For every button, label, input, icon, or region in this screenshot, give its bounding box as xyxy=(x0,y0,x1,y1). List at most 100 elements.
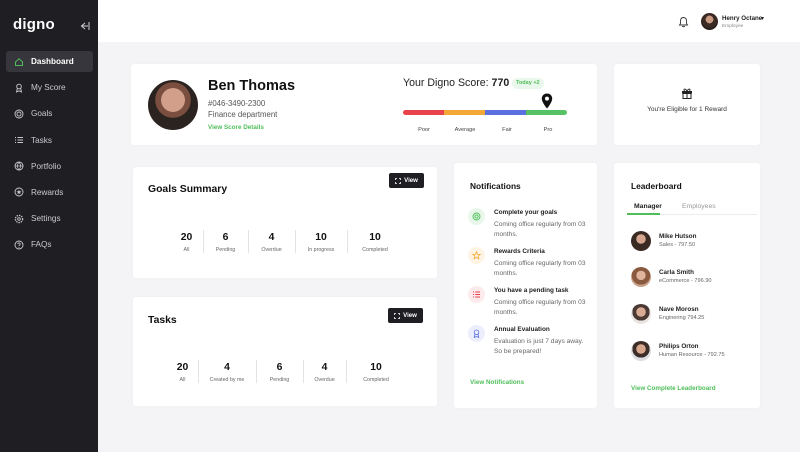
sidebar-item-settings[interactable]: Settings xyxy=(6,208,93,229)
sidebar-item-label: Tasks xyxy=(31,135,52,145)
score-bar xyxy=(403,110,567,115)
gear-icon xyxy=(14,214,24,224)
score-value: 770 xyxy=(491,77,510,89)
score-segment-fair xyxy=(485,110,526,115)
sidebar-item-label: Rewards xyxy=(31,187,64,197)
notification-description: Coming office regularly from 03 months. xyxy=(494,260,586,277)
leaderboard-name: Mike Hutson xyxy=(659,233,697,240)
star-icon xyxy=(468,247,485,264)
target-icon xyxy=(14,109,24,119)
profile-card: Ben Thomas #046-3490-2300 Finance depart… xyxy=(131,64,597,145)
goals-stat-in-progress[interactable]: 10 In progress xyxy=(295,230,347,253)
leaderboard-score: Sales - 797.50 xyxy=(659,242,696,248)
notifications-title: Notifications xyxy=(470,181,521,191)
sidebar-nav: Dashboard My Score Goals Tasks Portfolio… xyxy=(6,51,93,261)
profile-phone: #046-3490-2300 xyxy=(208,99,266,108)
active-tab-indicator xyxy=(627,213,660,215)
score-icon xyxy=(14,83,24,93)
goals-summary-card: Goals Summary View 20 All 6 Pending 4 Overd… xyxy=(133,167,437,278)
leaderboard-tabs: Manager Employees xyxy=(627,200,757,215)
score-segment-pro xyxy=(526,110,567,115)
sidebar-item-my-score[interactable]: My Score xyxy=(6,77,93,98)
home-icon xyxy=(14,57,24,67)
tasks-view-label: View xyxy=(403,312,417,319)
sidebar-item-label: Portfolio xyxy=(31,161,62,171)
profile-name: Ben Thomas xyxy=(208,78,296,94)
leaderboard-score: Enginering 794.25 xyxy=(659,315,705,321)
tasks-stat-overdue[interactable]: 4 Overdue xyxy=(303,360,346,383)
sidebar-item-portfolio[interactable]: Portfolio xyxy=(6,156,93,177)
question-icon xyxy=(14,240,24,250)
medal-icon xyxy=(468,325,485,342)
tab-manager[interactable]: Manager xyxy=(634,203,662,210)
tasks-stat-created-by-me[interactable]: 4 Created by me xyxy=(198,360,256,383)
globe-icon xyxy=(14,161,24,171)
sidebar-item-tasks[interactable]: Tasks xyxy=(6,130,93,151)
goals-stat-all[interactable]: 20 All xyxy=(170,232,203,253)
reward-eligibility-text: You're Eligible for 1 Reward xyxy=(647,106,727,113)
bell-icon[interactable] xyxy=(678,15,689,28)
tab-employees[interactable]: Employees xyxy=(682,203,716,210)
gift-icon xyxy=(681,86,693,99)
user-role: Employee xyxy=(722,24,744,29)
sidebar-item-label: Dashboard xyxy=(31,57,74,66)
collapse-sidebar-icon[interactable] xyxy=(78,20,90,32)
tasks-stat-all[interactable]: 20 All xyxy=(167,362,198,383)
leaderboard-score: Human Resource - 792.75 xyxy=(659,352,725,358)
sidebar-item-goals[interactable]: Goals xyxy=(6,103,93,124)
score-segment-poor xyxy=(403,110,444,115)
list-icon xyxy=(468,286,485,303)
tasks-title: Tasks xyxy=(148,315,177,326)
goals-stat-pending[interactable]: 6 Pending xyxy=(203,230,248,253)
tasks-view-button[interactable]: View xyxy=(388,308,423,323)
avatar xyxy=(631,267,651,287)
notification-title: Complete your goals xyxy=(494,209,558,216)
score-tick-fair: Fair xyxy=(502,127,512,133)
target-icon xyxy=(468,208,485,225)
sidebar-item-rewards[interactable]: Rewards xyxy=(6,182,93,203)
tasks-stats: 20 All 4 Created by me 6 Pending 4 Overdue 1… xyxy=(167,360,406,383)
score-change-badge: Today +2 xyxy=(512,78,544,89)
chevron-down-icon[interactable]: ▾ xyxy=(761,15,764,22)
reward-card[interactable]: You're Eligible for 1 Reward xyxy=(614,64,760,145)
list-icon xyxy=(14,135,24,145)
topbar: Henry Octane Employee ▾ xyxy=(98,0,800,42)
notifications-card: Notifications Complete your goals Coming… xyxy=(454,163,597,408)
score-segment-average xyxy=(444,110,485,115)
notification-description: Coming office regularly from 03 months. xyxy=(494,221,586,238)
leaderboard-name: Nave Morosn xyxy=(659,306,699,313)
sidebar-item-label: Goals xyxy=(31,109,53,119)
user-avatar[interactable] xyxy=(701,13,718,30)
tasks-stat-pending[interactable]: 6 Pending xyxy=(256,360,303,383)
sidebar-item-faqs[interactable]: FAQs xyxy=(6,234,93,255)
goals-stat-overdue[interactable]: 4 Overdue xyxy=(248,230,295,253)
goals-view-button[interactable]: View xyxy=(389,173,424,188)
sidebar: digno Dashboard My Score Goals Tasks Por… xyxy=(0,0,98,452)
award-icon xyxy=(14,187,24,197)
goals-stat-completed[interactable]: 10 Completed xyxy=(347,230,403,253)
leaderboard-title: Leaderboard xyxy=(631,181,682,191)
score-tick-average: Average xyxy=(454,127,476,133)
sidebar-item-label: My Score xyxy=(31,83,66,93)
profile-department: Finance department xyxy=(208,110,278,119)
notification-title: You have a pending task xyxy=(494,287,569,294)
avatar xyxy=(631,341,651,361)
sidebar-item-label: Settings xyxy=(31,214,61,224)
avatar xyxy=(631,304,651,324)
score-tick-poor: Poor xyxy=(418,127,430,133)
view-score-details-link[interactable]: View Score Details xyxy=(208,124,264,131)
sidebar-item-dashboard[interactable]: Dashboard xyxy=(6,51,93,72)
score-tick-pro: Pro xyxy=(543,127,553,133)
score-label: Your Digno Score: 770 xyxy=(403,77,510,89)
user-name[interactable]: Henry Octane xyxy=(722,15,762,22)
goals-summary-title: Goals Summary xyxy=(148,184,228,195)
app-logo[interactable]: digno xyxy=(13,16,55,33)
sidebar-item-label: FAQs xyxy=(31,240,52,250)
avatar xyxy=(631,231,651,251)
leaderboard-score: eCommerce - 796.90 xyxy=(659,278,712,284)
leaderboard-name: Philips Orton xyxy=(659,343,699,350)
tasks-stat-completed[interactable]: 10 Completed xyxy=(346,360,406,383)
profile-avatar xyxy=(148,80,198,130)
view-notifications-link[interactable]: View Notifications xyxy=(470,379,524,386)
view-complete-leaderboard-link[interactable]: View Complete Leaderboard xyxy=(631,385,716,392)
